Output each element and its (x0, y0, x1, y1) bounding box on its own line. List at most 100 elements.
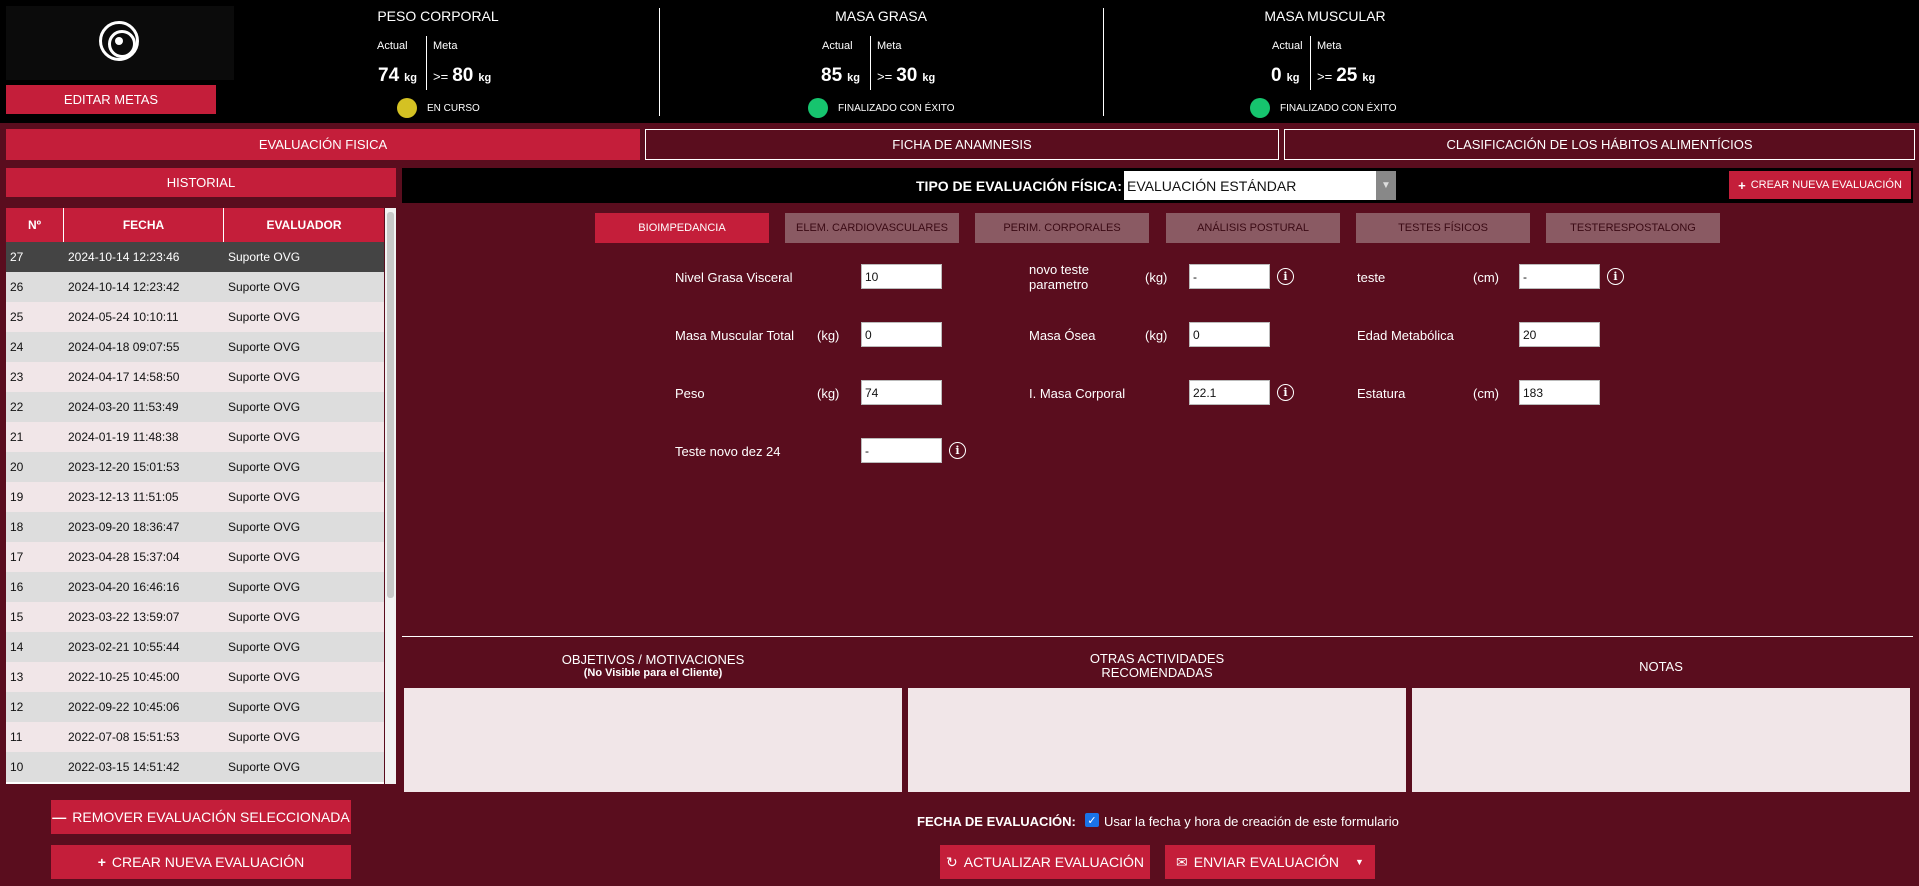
meta-label: Meta (1317, 40, 1342, 52)
info-icon[interactable]: i (1607, 268, 1624, 285)
new-evaluation-top-button[interactable]: + CREAR NUEVA EVALUACIÓN (1729, 171, 1911, 199)
target-logo-icon (99, 21, 139, 61)
cell-evaluador: Suporte OVG (228, 280, 301, 294)
subtab-testes-fisicos[interactable]: TESTES FÍSICOS (1356, 213, 1530, 243)
cell-n: 27 (10, 250, 24, 264)
input-masa-osea[interactable]: 0 (1189, 322, 1270, 347)
create-evaluation-button[interactable]: + CREAR NUEVA EVALUACIÓN (51, 845, 351, 879)
field-label-teste: teste (1357, 270, 1386, 285)
table-row[interactable]: 18 2023-09-20 18:36:47 Suporte OVG (6, 512, 384, 542)
scrollbar-thumb[interactable] (387, 212, 394, 598)
notas-textarea[interactable] (1412, 688, 1910, 792)
table-row[interactable]: 21 2024-01-19 11:48:38 Suporte OVG (6, 422, 384, 452)
table-row[interactable]: 20 2023-12-20 15:01:53 Suporte OVG (6, 452, 384, 482)
table-row[interactable]: 26 2024-10-14 12:23:42 Suporte OVG (6, 272, 384, 302)
cell-n: 16 (10, 580, 24, 594)
cell-n: 15 (10, 610, 24, 624)
actual-value: 85 kg (821, 65, 860, 86)
top-header: EDITAR METAS PESO CORPORAL Actual Meta 7… (0, 0, 1919, 124)
cell-n: 12 (10, 700, 24, 714)
input-estatura[interactable]: 183 (1519, 380, 1600, 405)
use-creation-date-checkbox[interactable]: ✓ (1085, 813, 1099, 827)
table-row[interactable]: 27 2024-10-14 12:23:46 Suporte OVG (6, 242, 384, 272)
field-label-estatura: Estatura (1357, 386, 1406, 401)
subtab-cardiovasculares[interactable]: ELEM. CARDIOVASCULARES (785, 213, 959, 243)
meta-label: Meta (433, 40, 458, 52)
plus-icon: + (1738, 177, 1746, 193)
objetivos-textarea[interactable] (404, 688, 902, 792)
field-unit-peso: (kg) (817, 386, 840, 401)
field-label-imc: I. Masa Corporal (1029, 386, 1126, 401)
send-evaluation-button[interactable]: ✉ ENVIAR EVALUACIÓN ▼ (1165, 845, 1375, 879)
create-evaluation-label: CREAR NUEVA EVALUACIÓN (111, 854, 305, 870)
table-row[interactable]: 23 2024-04-17 14:58:50 Suporte OVG (6, 362, 384, 392)
evaluation-type-select[interactable]: EVALUACIÓN ESTÁNDAR ▼ (1124, 171, 1396, 200)
table-row[interactable]: 12 2022-09-22 10:45:06 Suporte OVG (6, 692, 384, 722)
table-row[interactable]: 13 2022-10-25 10:45:00 Suporte OVG (6, 662, 384, 692)
subtab-testerespostalong[interactable]: TESTERESPOSTALONG (1546, 213, 1720, 243)
value-divider (870, 36, 871, 90)
cell-n: 24 (10, 340, 24, 354)
input-novo-teste[interactable]: - (1189, 264, 1270, 289)
table-row[interactable]: 25 2024-05-24 10:10:11 Suporte OVG (6, 302, 384, 332)
subtab-bioimpedancia[interactable]: BIOIMPEDANCIA (595, 213, 769, 243)
cell-n: 13 (10, 670, 24, 684)
info-icon[interactable]: i (1277, 384, 1294, 401)
input-masa-muscular[interactable]: 0 (861, 322, 942, 347)
update-evaluation-button[interactable]: ↻ ACTUALIZAR EVALUACIÓN (940, 845, 1150, 879)
input-imc[interactable]: 22.1 (1189, 380, 1270, 405)
envelope-icon: ✉ (1176, 853, 1188, 870)
evaluation-type-value: EVALUACIÓN ESTÁNDAR (1127, 177, 1297, 194)
field-label-edad-metabolica: Edad Metabólica (1357, 328, 1454, 343)
cell-n: 26 (10, 280, 24, 294)
subtab-perim-corporales[interactable]: PERIM. CORPORALES (975, 213, 1149, 243)
table-row[interactable]: 22 2024-03-20 11:53:49 Suporte OVG (6, 392, 384, 422)
input-peso[interactable]: 74 (861, 380, 942, 405)
cell-fecha: 2024-03-20 11:53:49 (68, 400, 179, 414)
input-edad-metabolica[interactable]: 20 (1519, 322, 1600, 347)
cell-evaluador: Suporte OVG (228, 460, 301, 474)
info-icon[interactable]: i (949, 442, 966, 459)
minus-icon: — (52, 809, 67, 825)
cell-n: 18 (10, 520, 24, 534)
historial-header: HISTORIAL (6, 168, 396, 197)
table-row[interactable]: 14 2023-02-21 10:55:44 Suporte OVG (6, 632, 384, 662)
table-row[interactable]: 15 2023-03-22 13:59:07 Suporte OVG (6, 602, 384, 632)
cell-n: 23 (10, 370, 24, 384)
subtab-analisis-postural[interactable]: ANÁLISIS POSTURAL (1166, 213, 1340, 243)
new-evaluation-top-label: CREAR NUEVA EVALUACIÓN (1750, 179, 1902, 191)
logo-box (6, 6, 234, 80)
cell-evaluador: Suporte OVG (228, 490, 301, 504)
col-header-evaluador: EVALUADOR (266, 218, 342, 232)
input-teste[interactable]: - (1519, 264, 1600, 289)
send-evaluation-label: ENVIAR EVALUACIÓN (1193, 854, 1340, 870)
caret-down-icon[interactable]: ▼ (1355, 857, 1364, 867)
cell-fecha: 2022-07-08 15:51:53 (68, 730, 180, 744)
actual-value: 0 kg (1271, 65, 1300, 86)
history-scrollbar[interactable] (385, 208, 396, 784)
cell-n: 17 (10, 550, 24, 564)
chevron-down-icon[interactable]: ▼ (1376, 171, 1396, 200)
tab-ficha-anamnesis[interactable]: FICHA DE ANAMNESIS (645, 129, 1279, 160)
input-teste-novo[interactable]: - (861, 438, 942, 463)
cell-evaluador: Suporte OVG (228, 670, 301, 684)
tab-habitos-alimenticios[interactable]: CLASIFICACIÓN DE LOS HÁBITOS ALIMENTÍCIO… (1284, 129, 1915, 160)
remove-evaluation-button[interactable]: — REMOVER EVALUACIÓN SELECCIONADA (51, 800, 351, 834)
info-icon[interactable]: i (1277, 268, 1294, 285)
meta-label: Meta (877, 40, 902, 52)
table-row[interactable]: 10 2022-03-15 14:51:42 Suporte OVG (6, 752, 384, 782)
metric-title: MASA GRASA (835, 8, 927, 24)
notas-title: NOTAS (1639, 659, 1683, 674)
cell-evaluador: Suporte OVG (228, 430, 301, 444)
otras-actividades-textarea[interactable] (908, 688, 1406, 792)
table-row[interactable]: 11 2022-07-08 15:51:53 Suporte OVG (6, 722, 384, 752)
tab-evaluacion-fisica[interactable]: EVALUACIÓN FISICA (6, 129, 640, 160)
table-row[interactable]: 24 2024-04-18 09:07:55 Suporte OVG (6, 332, 384, 362)
edit-goals-button[interactable]: EDITAR METAS (6, 85, 216, 114)
cell-evaluador: Suporte OVG (228, 550, 301, 564)
table-row[interactable]: 19 2023-12-13 11:51:05 Suporte OVG (6, 482, 384, 512)
input-nivel-grasa[interactable]: 10 (861, 264, 942, 289)
table-row[interactable]: 17 2023-04-28 15:37:04 Suporte OVG (6, 542, 384, 572)
remove-evaluation-label: REMOVER EVALUACIÓN SELECCIONADA (72, 809, 350, 825)
table-row[interactable]: 16 2023-04-20 16:46:16 Suporte OVG (6, 572, 384, 602)
